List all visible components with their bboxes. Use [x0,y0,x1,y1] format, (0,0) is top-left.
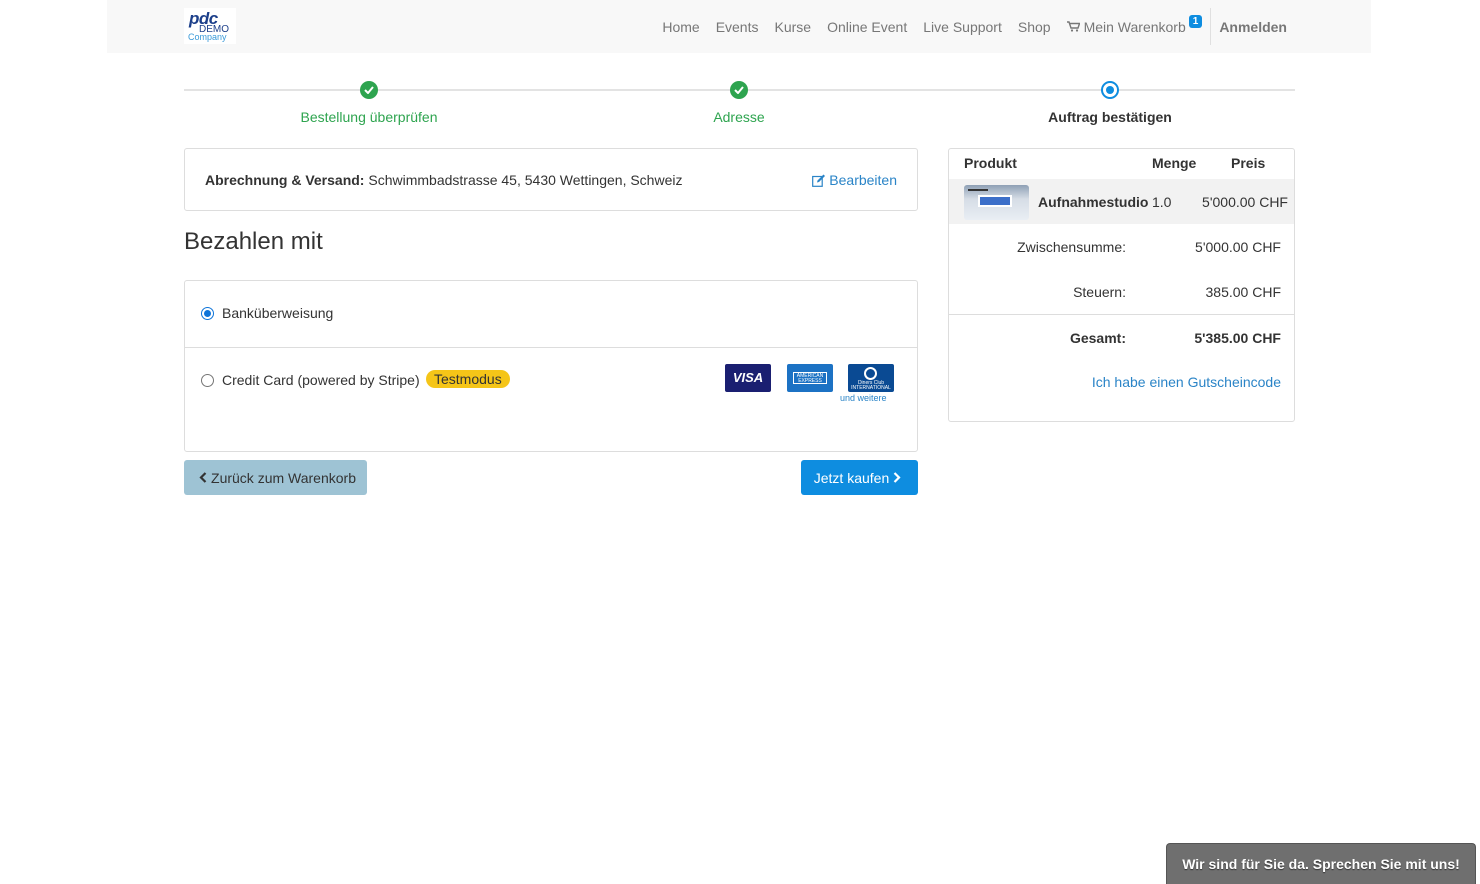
product-thumbnail[interactable] [964,185,1029,220]
product-name[interactable]: Aufnahmestudio [1038,194,1148,210]
nav-item-cart[interactable]: Mein Warenkorb 1 [1066,15,1203,35]
nav-item-events[interactable]: Events [716,19,759,35]
tax-label: Steuern: [1073,284,1126,300]
summary-divider [949,314,1294,315]
nav-divider [1210,8,1212,45]
address-panel: Abrechnung & Versand: Schwimmbadstrasse … [184,148,918,211]
step-3-current-icon [1101,81,1119,99]
cart-label: Mein Warenkorb [1083,18,1186,35]
checkout-page: pdc DEMO Company Home Events Kurse Onlin… [0,0,1480,884]
nav-item-kurse[interactable]: Kurse [775,19,812,35]
buy-now-label: Jetzt kaufen [813,469,890,486]
login-link[interactable]: Anmelden [1219,19,1287,35]
summary-header-price: Preis [1231,155,1266,171]
step-3-label: Auftrag bestätigen [1048,109,1172,125]
step-1-check-icon [360,81,378,99]
bank-transfer-radio[interactable] [201,307,214,320]
diners-circle-icon [864,367,877,380]
payment-title: Bezahlen mit [184,228,323,255]
cart-count-badge: 1 [1188,15,1203,28]
step-2-check-icon [730,81,748,99]
step-2-label[interactable]: Adresse [589,109,889,125]
payment-method-bank[interactable]: Banküberweisung [185,281,917,348]
nav-item-shop[interactable]: Shop [1018,19,1051,35]
logo-text-company: Company [188,32,227,42]
thumbnail-detail [968,189,988,191]
summary-header-product: Produkt [964,155,1017,171]
amex-card-logo: AMERICAN EXPRESS [787,364,833,392]
more-cards-link[interactable]: und weitere [840,393,887,403]
cart-icon [1066,21,1080,32]
total-value: 5'385.00 CHF [1194,330,1281,346]
live-chat-button[interactable]: Wir sind für Sie da. Sprechen Sie mit un… [1166,843,1476,884]
subtotal-label: Zwischensumme: [1017,239,1126,255]
payment-methods-panel: Banküberweisung Credit Card (powered by … [184,280,918,452]
chevron-right-icon [893,472,901,483]
amex-text: AMERICAN EXPRESS [793,372,827,384]
address-text: Abrechnung & Versand: Schwimmbadstrasse … [205,172,682,188]
thumbnail-screen [978,195,1012,207]
test-mode-badge: Testmodus [426,370,510,388]
credit-card-radio[interactable] [201,374,214,387]
tax-value: 385.00 CHF [1205,284,1281,300]
bank-transfer-label[interactable]: Banküberweisung [222,305,333,321]
total-label: Gesamt: [1069,330,1126,346]
edit-icon [812,174,826,187]
top-navbar: pdc DEMO Company Home Events Kurse Onlin… [107,0,1371,53]
back-to-cart-button[interactable]: Zurück zum Warenkorb [184,460,367,495]
nav-item-home[interactable]: Home [662,19,699,35]
edit-address-link[interactable]: Bearbeiten [812,172,897,188]
buy-now-button[interactable]: Jetzt kaufen [801,460,918,495]
product-qty: 1.0 [1152,194,1172,210]
chevron-left-icon [199,472,207,483]
nav-item-online-event[interactable]: Online Event [827,19,907,35]
subtotal-value: 5'000.00 CHF [1195,239,1281,255]
credit-card-label[interactable]: Credit Card (powered by Stripe) [222,372,420,388]
table-row: Aufnahmestudio 1.0 5'000.00 CHF [949,179,1294,224]
order-summary-panel: Produkt Menge Preis Aufnahmestudio 1.0 5… [948,148,1295,422]
summary-header-qty: Menge [1152,155,1197,171]
edit-address-label: Bearbeiten [829,172,897,188]
address-label: Abrechnung & Versand: [205,172,365,188]
diners-card-logo: Diners Club INTERNATIONAL [848,364,894,392]
live-chat-label: Wir sind für Sie da. Sprechen Sie mit un… [1182,856,1460,872]
nav-item-live-support[interactable]: Live Support [923,19,1002,35]
nav-links: Home Events Kurse Online Event Live Supp… [662,0,1371,53]
step-1-label[interactable]: Bestellung überprüfen [219,109,519,125]
diners-text: Diners Club INTERNATIONAL [851,380,891,391]
product-price: 5'000.00 CHF [1202,194,1288,210]
company-logo[interactable]: pdc DEMO Company [184,8,236,44]
visa-card-logo: VISA [725,364,771,392]
address-value: Schwimmbadstrasse 45, 5430 Wettingen, Sc… [368,172,683,188]
back-to-cart-label: Zurück zum Warenkorb [211,469,356,486]
voucher-link[interactable]: Ich habe einen Gutscheincode [1092,374,1281,390]
